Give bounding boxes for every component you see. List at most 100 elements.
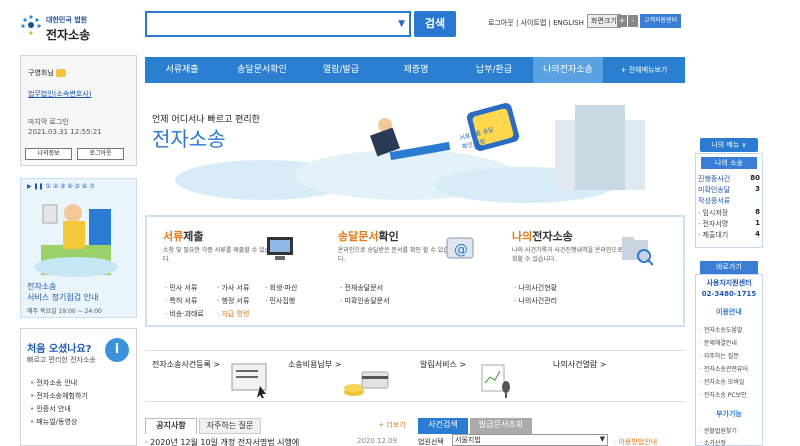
right-row-waiting[interactable]: · 제출대기 4: [698, 230, 760, 240]
info-icon: i: [105, 338, 129, 362]
shortcut-alerts[interactable]: 알림서비스 >: [420, 359, 466, 370]
welcome-title: 처음 오셨나요?: [27, 344, 92, 355]
shortcut-case-register[interactable]: 전자소송사건등록 >: [152, 359, 220, 370]
service-desc-delivery: 온라인으로 송달받은 문서를 확인 할 수 있습니다.: [338, 247, 455, 263]
usage-link-faq[interactable]: · 자주하는 질문: [700, 351, 739, 360]
folder-search-icon: [622, 237, 654, 266]
zoom-out-button[interactable]: -: [628, 15, 638, 27]
helpdesk-phone: 02-3480-1715: [701, 290, 757, 298]
nav-item-document-submit[interactable]: 서류제출: [145, 57, 219, 83]
banner-title: 전자소송: [27, 282, 57, 291]
usage-link-viewer[interactable]: · 전자소송관련뷰어: [700, 364, 748, 373]
worker-illustration-icon: [34, 204, 118, 277]
extra-features-title: 부가기능: [716, 410, 742, 418]
user-name: 구영회님: [28, 68, 67, 78]
helpdesk-label[interactable]: 사용자지원센터: [698, 278, 760, 288]
support-panel: [695, 274, 763, 446]
tab-faq[interactable]: 자주하는 질문: [199, 418, 261, 434]
email-icon: @: [446, 237, 474, 259]
usage-link-troubleshoot[interactable]: · 문제해결안내: [700, 338, 737, 347]
service-link-my-manage[interactable]: · 나의사건관리: [514, 296, 557, 306]
tab-notice[interactable]: 공지사항: [145, 418, 197, 434]
service-title-document[interactable]: 서류제출: [163, 228, 204, 244]
notice-date: 2020.12.09: [357, 437, 398, 445]
service-link-execution[interactable]: · 민사집행: [265, 296, 295, 306]
shortcut-case-view[interactable]: 나의사건열람 >: [553, 359, 606, 370]
extra-link-court-finder[interactable]: · 관할법원찾기: [700, 426, 737, 435]
search-input[interactable]: ▼: [145, 11, 411, 37]
tab-issued-docs[interactable]: 발급문서조회: [470, 418, 532, 434]
user-org[interactable]: 법무법인(소속변호사): [28, 89, 91, 99]
court-label: 대한민국 법원: [46, 16, 88, 24]
shortcut-title: 바로가기: [700, 261, 758, 274]
my-litigation-title: 나의 소송: [701, 157, 757, 169]
welcome-link-guide[interactable]: 전자소송 안내: [30, 378, 77, 388]
usage-link-help[interactable]: · 전자소송도움말: [700, 325, 742, 334]
logout-button[interactable]: 로그아웃: [77, 148, 124, 160]
main-nav: 서류제출 송달문서확인 열람/발급 제증명 납부/환급 나의전자소송 + 전체메…: [145, 57, 685, 83]
last-login-label: 마지막 로그인: [28, 118, 69, 126]
nav-item-view-issue[interactable]: 열람/발급: [305, 57, 377, 83]
usage-link-security[interactable]: · 전자소송 PC보안: [700, 390, 747, 399]
right-row-drafting[interactable]: 작성중서류: [698, 196, 760, 206]
usage-guide-title: 이용안내: [716, 308, 742, 316]
site-name: 전자소송: [46, 28, 91, 42]
welcome-link-trial[interactable]: 전자소송체험하기: [30, 391, 88, 401]
extra-link-value-calc[interactable]: · 소가산정: [700, 438, 726, 446]
notice-item[interactable]: · 2020년 12월 10일 개정 전자서명법 시행에: [145, 437, 299, 446]
service-link-nonlitigation[interactable]: · 비송·과태료: [165, 309, 204, 319]
nav-item-certificate[interactable]: 제증명: [377, 57, 455, 83]
usage-link-mobile[interactable]: · 전자소송 모바일: [700, 377, 744, 386]
chevron-down-icon[interactable]: ▼: [398, 19, 405, 29]
service-link-all-delivery[interactable]: · 전체송달문서: [340, 283, 383, 293]
service-title-delivery[interactable]: 송달문서확인: [338, 228, 399, 244]
service-link-bankruptcy[interactable]: · 회생·파산: [265, 283, 297, 293]
nav-item-service-check[interactable]: 송달문서확인: [219, 57, 305, 83]
service-link-patent[interactable]: · 특허 서류: [165, 296, 197, 306]
nav-item-all-menu[interactable]: + 전체메뉴보기: [603, 57, 685, 83]
right-row-unread[interactable]: 미확인송달 3: [698, 185, 760, 195]
last-login-time: 2021.03.31 12:55:21: [28, 128, 102, 136]
banner-subtitle: 서비스 정기점검 안내: [27, 293, 99, 302]
service-link-payment-order[interactable]: · 지급 명령: [217, 309, 249, 319]
banner-controls[interactable]: ▶ ❚❚ ① ② ③ ④ ⑤ ⑥ ⑦: [27, 183, 95, 190]
coins-card-icon: [344, 371, 389, 396]
search-button[interactable]: 검색: [414, 11, 456, 37]
document-screen-icon: [231, 363, 267, 398]
right-row-temp[interactable]: · 임시저장 8: [698, 208, 760, 218]
microphone-chart-icon: [481, 364, 510, 398]
shortcut-band: [145, 350, 685, 402]
court-logo[interactable]: 대한민국 법원 전자소송: [20, 12, 120, 46]
service-title-my[interactable]: 나의전자소송: [512, 228, 573, 244]
zoom-in-button[interactable]: +: [617, 15, 627, 27]
welcome-link-cert[interactable]: 인증서 안내: [30, 404, 70, 414]
service-link-civil[interactable]: · 민사 서류: [165, 283, 197, 293]
court-emblem-icon: [21, 15, 41, 35]
customer-center-button[interactable]: 고객지원센터: [640, 14, 681, 28]
service-desc-my: 나의 사건기록과 사건진행내역을 온라인으로 조회할 수 있습니다.: [512, 247, 631, 263]
right-row-ongoing[interactable]: 진행중사건 80: [698, 174, 760, 184]
zoom-label: 화면크기: [587, 14, 621, 28]
court-select[interactable]: 서울지법 ▼: [452, 434, 608, 446]
nav-item-payment[interactable]: 납부/환급: [455, 57, 533, 83]
service-link-my-status[interactable]: · 나의사건현황: [514, 283, 557, 293]
my-menu-button[interactable]: 나의 메뉴 ∨: [700, 138, 758, 152]
svg-text:@: @: [454, 242, 468, 258]
utility-links[interactable]: 로그아웃 | 사이트맵 | ENGLISH: [488, 18, 584, 28]
nav-item-my-litigation[interactable]: 나의전자소송: [533, 57, 603, 83]
chevron-down-icon: ▼: [599, 435, 605, 443]
my-info-button[interactable]: 나의정보: [25, 148, 72, 160]
service-link-family[interactable]: · 가사 서류: [217, 283, 249, 293]
monitor-icon: [267, 237, 293, 260]
more-link[interactable]: + 더보기: [372, 418, 412, 434]
welcome-link-manual[interactable]: 매뉴얼/동영상: [30, 417, 77, 427]
service-link-admin[interactable]: · 행정 서류: [217, 296, 249, 306]
hero-title: 전자소송: [152, 127, 226, 151]
user-icon: [56, 69, 67, 77]
banner-schedule: 매주 목요일 19:00 ~ 24:00: [27, 308, 102, 315]
right-row-sign[interactable]: · 전자서명 1: [698, 219, 760, 229]
service-link-unread-delivery[interactable]: · 미확인송달문서: [340, 296, 390, 306]
search-help-link[interactable]: · 이용방법안내: [614, 437, 657, 446]
shortcut-payment[interactable]: 소송비용납부 >: [288, 359, 341, 370]
tab-case-search[interactable]: 사건검색: [418, 418, 468, 434]
